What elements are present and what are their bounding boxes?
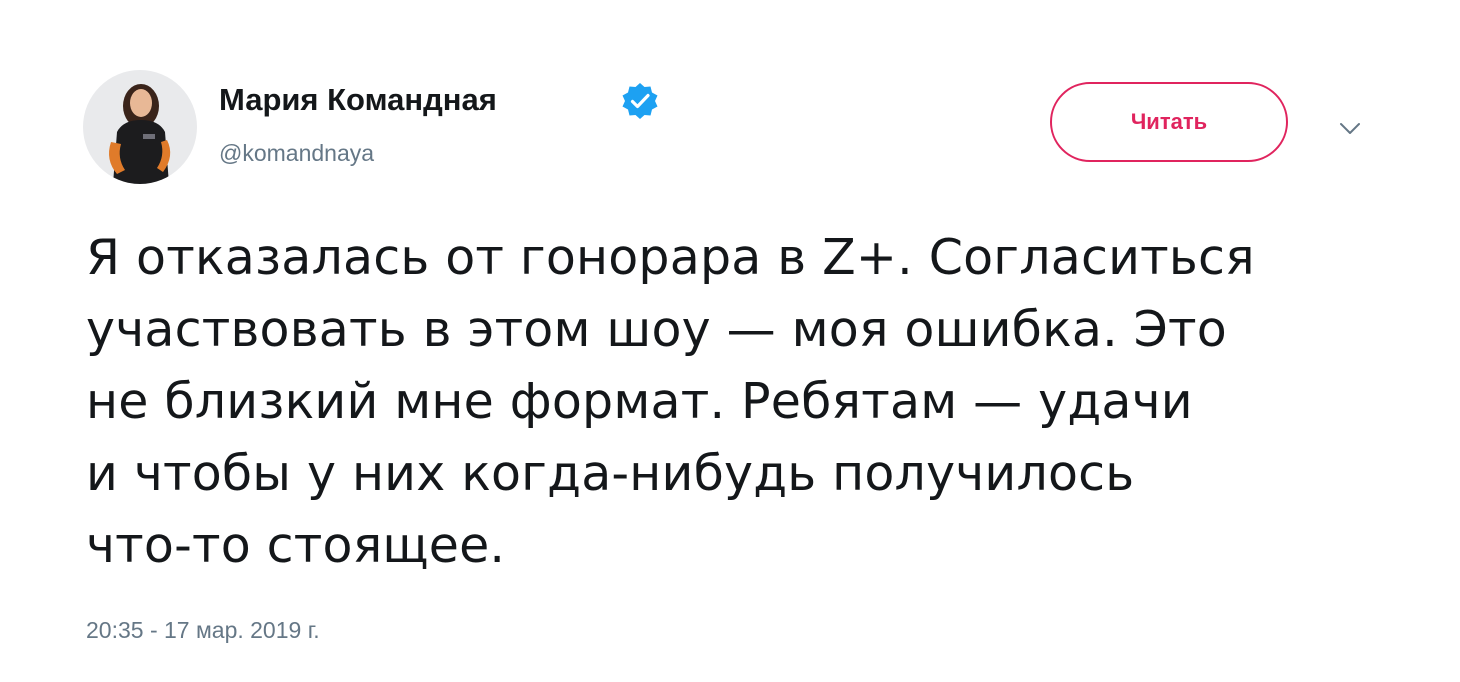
tweet-card: Мария Командная @komandnaya Читать Я отк… (0, 0, 1460, 682)
avatar-image (83, 70, 197, 184)
verified-badge-icon (620, 81, 660, 121)
avatar[interactable] (83, 70, 197, 184)
tweet-text-line: не близкий мне формат. Ребятам — удачи (86, 373, 1193, 430)
follow-button[interactable]: Читать (1050, 82, 1288, 162)
tweet-text-line: Я отказалась от гонорара в Z+. Согласить… (86, 229, 1255, 286)
tweet-text-line: участвовать в этом шоу — моя ошибка. Это (86, 301, 1227, 358)
tweet-text-line: и чтобы у них когда-нибудь получилось (86, 445, 1135, 502)
tweet-timestamp[interactable]: 20:35 - 17 мар. 2019 г. (86, 617, 320, 644)
tweet-text: Я отказалась от гонорара в Z+. Согласить… (86, 222, 1386, 582)
author-display-name[interactable]: Мария Командная (219, 82, 497, 118)
tweet-text-line: что-то стоящее. (86, 517, 506, 574)
author-handle[interactable]: @komandnaya (219, 140, 374, 167)
chevron-down-icon[interactable] (1332, 118, 1368, 140)
